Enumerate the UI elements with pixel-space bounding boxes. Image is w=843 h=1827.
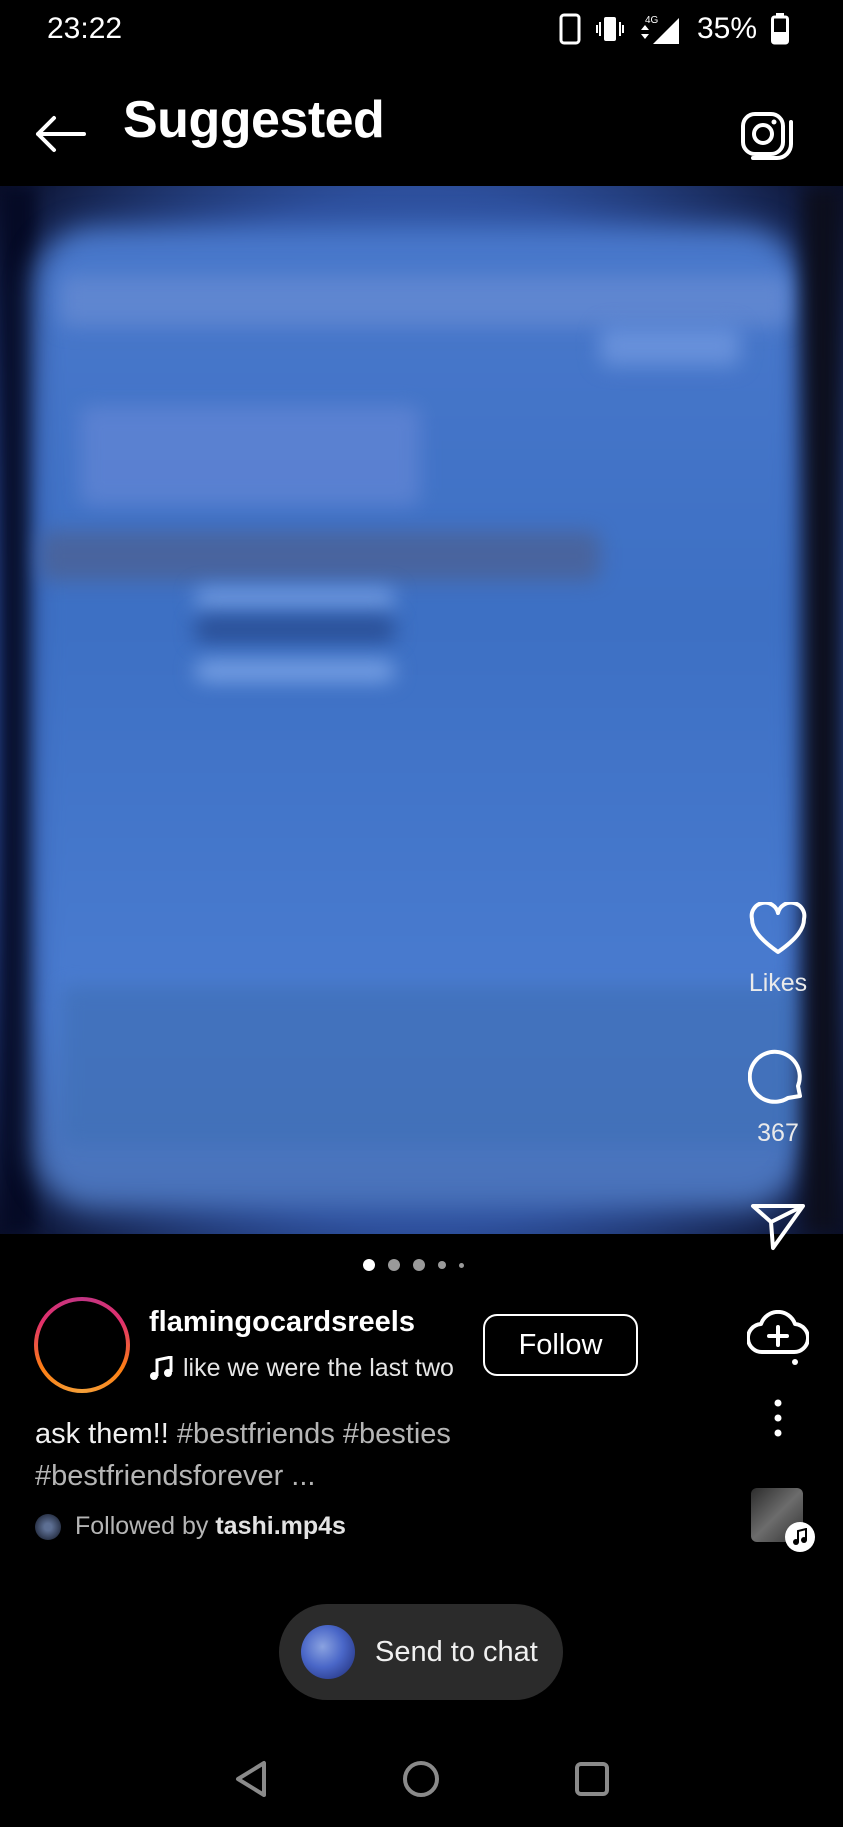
back-button[interactable] [30,114,90,154]
chat-avatar [301,1625,355,1679]
more-options-button[interactable] [728,1398,828,1443]
signal-icon: 4G [639,12,683,46]
media-detail [195,661,395,681]
carousel-dot [438,1261,446,1269]
followed-by-prefix: Followed by [75,1512,216,1540]
heart-icon [749,900,807,954]
media-detail [80,406,420,506]
audio-thumbnail[interactable] [751,1488,815,1552]
media-detail [60,986,800,1146]
carousel-dot [413,1259,425,1271]
mutual-avatar [35,1513,61,1540]
remix-button[interactable] [728,1309,828,1371]
send-to-chat-button[interactable]: Send to chat [279,1604,563,1700]
comment-button[interactable]: 367 [728,1046,828,1148]
audio-title: like we were the last two [183,1354,454,1382]
comment-count: 367 [757,1119,799,1147]
action-column: Likes 367 [713,0,843,1827]
carousel-indicator [363,1258,483,1272]
nav-back-button[interactable] [222,1749,282,1809]
portrait-lock-icon [559,13,581,45]
media-detail [195,616,395,642]
caption[interactable]: ask them!! #bestfriends #besties #bestfr… [35,1413,595,1497]
like-label: Likes [748,969,808,997]
like-button[interactable]: Likes [728,900,828,998]
page-title: Suggested [123,91,385,149]
media-edge [0,186,36,1234]
nav-home-button[interactable] [391,1749,451,1809]
vibrate-icon [595,14,625,44]
avatar[interactable] [34,1297,130,1393]
followed-by[interactable]: Followed by tashi.mp4s [35,1512,346,1541]
nav-home-icon [403,1761,439,1797]
username[interactable]: flamingocardsreels [149,1306,415,1339]
follow-button[interactable]: Follow [483,1314,638,1376]
carousel-dot [459,1262,464,1268]
carousel-dot-active [363,1259,375,1271]
media-detail [195,588,395,610]
carousel-dot [388,1259,400,1271]
caption-text: ask them!! [35,1418,177,1450]
comment-icon [747,1049,802,1104]
arrow-left-icon [36,116,86,152]
audio-track[interactable]: like we were the last two [149,1354,454,1383]
share-button[interactable] [728,1200,828,1257]
nav-recents-button[interactable] [562,1749,622,1809]
music-note-icon [150,1355,173,1380]
send-to-chat-label: Send to chat [375,1635,538,1668]
more-vertical-icon [774,1399,782,1437]
media-detail [60,276,790,326]
svg-text:4G: 4G [645,15,659,26]
nav-recents-icon [575,1762,609,1796]
music-note-icon [785,1522,815,1552]
followed-by-user: tashi.mp4s [215,1512,346,1540]
system-nav-bar [0,1727,843,1827]
media-detail [40,531,600,581]
send-icon [751,1204,805,1250]
nav-back-icon [236,1761,266,1797]
avatar-image [38,1301,126,1389]
clock: 23:22 [47,12,123,45]
remix-icon [745,1309,811,1365]
